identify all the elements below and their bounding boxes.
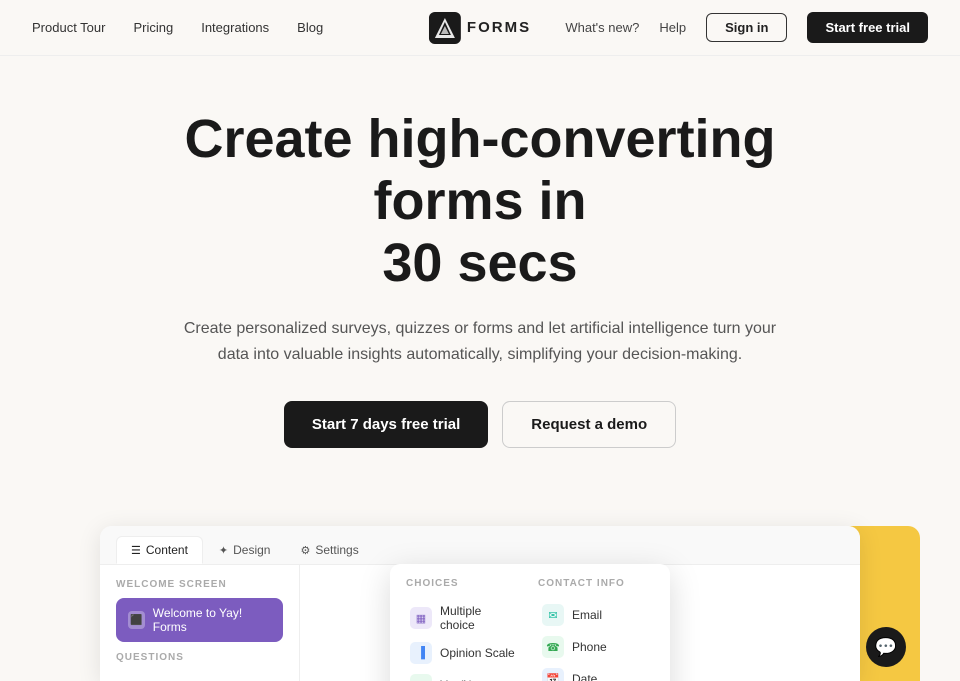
nav-left: Product Tour Pricing Integrations Blog [32, 20, 323, 35]
chat-icon: 💬 [875, 637, 897, 658]
nav-help[interactable]: Help [659, 20, 686, 35]
preview-sidebar: WELCOME SCREEN ⬛ Welcome to Yay! Forms Q… [100, 565, 300, 681]
navbar: Product Tour Pricing Integrations Blog F… [0, 0, 960, 56]
hero-buttons: Start 7 days free trial Request a demo [40, 401, 920, 448]
popup-email[interactable]: ✉ Email [538, 599, 654, 631]
start-trial-button[interactable]: Start 7 days free trial [284, 401, 488, 448]
choices-col-header: CHOICES [406, 578, 522, 589]
multiple-choice-icon: ▦ [410, 607, 432, 629]
hero-heading: Create high-converting forms in 30 secs [105, 108, 855, 294]
popup-phone[interactable]: ☎ Phone [538, 631, 654, 663]
design-tab-icon: ✦ [219, 544, 228, 557]
choices-popup: CHOICES ▦ Multiple choice ▐ Opinion Scal… [390, 564, 670, 681]
nav-integrations[interactable]: Integrations [201, 20, 269, 35]
phone-icon: ☎ [542, 636, 564, 658]
settings-tab-icon: ⚙ [300, 544, 310, 557]
tab-settings[interactable]: ⚙ Settings [286, 536, 372, 564]
choices-column: CHOICES ▦ Multiple choice ▐ Opinion Scal… [406, 578, 522, 681]
hero-section: Create high-converting forms in 30 secs … [0, 56, 960, 526]
popup-yes-no[interactable]: ✓ Yes/No [406, 669, 522, 681]
opinion-scale-icon: ▐ [410, 642, 432, 664]
popup-multiple-choice[interactable]: ▦ Multiple choice [406, 599, 522, 637]
popup-opinion-scale[interactable]: ▐ Opinion Scale [406, 637, 522, 669]
app-preview: ☰ Content ✦ Design ⚙ Settings WELCOME SC… [40, 526, 920, 681]
logo-text: FORMS [467, 19, 531, 36]
nav-blog[interactable]: Blog [297, 20, 323, 35]
start-free-trial-nav-button[interactable]: Start free trial [807, 12, 928, 43]
logo[interactable]: FORMS [429, 12, 531, 44]
welcome-dot-icon: ⬛ [128, 611, 145, 629]
request-demo-button[interactable]: Request a demo [502, 401, 676, 448]
contact-info-column: CONTACT INFO ✉ Email ☎ Phone 📅 Date [538, 578, 654, 681]
contact-col-header: CONTACT INFO [538, 578, 654, 589]
nav-pricing[interactable]: Pricing [133, 20, 173, 35]
tab-design[interactable]: ✦ Design [205, 536, 285, 564]
nav-right: What's new? Help Sign in Start free tria… [565, 12, 928, 43]
nav-whats-new[interactable]: What's new? [565, 20, 639, 35]
preview-tabs: ☰ Content ✦ Design ⚙ Settings [100, 526, 860, 565]
popup-columns: CHOICES ▦ Multiple choice ▐ Opinion Scal… [406, 578, 654, 681]
welcome-input[interactable]: ⬛ Welcome to Yay! Forms [116, 598, 283, 642]
questions-section-label: QUESTIONS [116, 652, 283, 663]
preview-window: ☰ Content ✦ Design ⚙ Settings WELCOME SC… [100, 526, 860, 681]
popup-date[interactable]: 📅 Date [538, 663, 654, 681]
email-icon: ✉ [542, 604, 564, 626]
content-tab-icon: ☰ [131, 544, 141, 557]
yes-no-icon: ✓ [410, 674, 432, 681]
date-icon: 📅 [542, 668, 564, 681]
welcome-section-label: WELCOME SCREEN [116, 579, 283, 590]
preview-body: WELCOME SCREEN ⬛ Welcome to Yay! Forms Q… [100, 565, 860, 681]
tab-content[interactable]: ☰ Content [116, 536, 203, 564]
nav-product-tour[interactable]: Product Tour [32, 20, 105, 35]
signin-button[interactable]: Sign in [706, 13, 787, 42]
logo-icon [429, 12, 461, 44]
hero-subtext: Create personalized surveys, quizzes or … [170, 316, 790, 367]
